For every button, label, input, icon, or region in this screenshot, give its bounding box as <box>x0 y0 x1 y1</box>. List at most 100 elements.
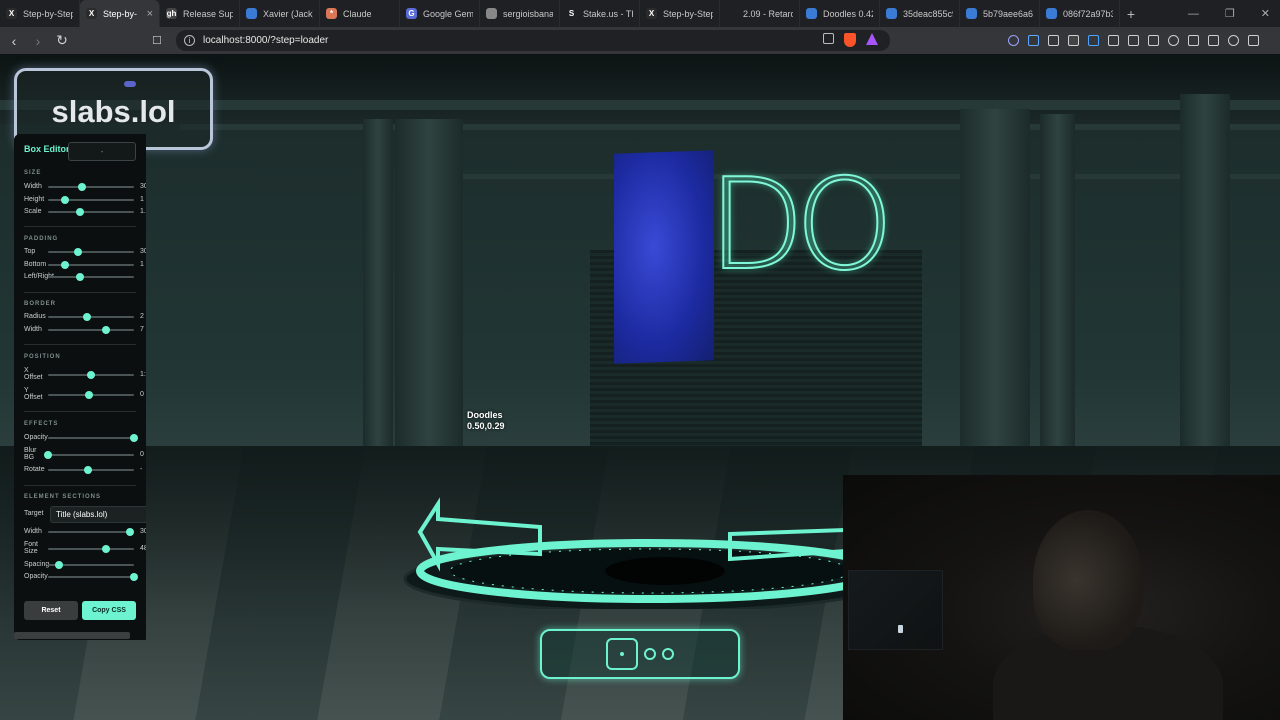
slider-thumb[interactable] <box>125 528 134 536</box>
slider-width[interactable]: Width 30 <box>24 182 146 192</box>
forward-icon[interactable]: › <box>28 33 48 49</box>
browser-tab[interactable]: S Stake.us - The <box>560 0 640 27</box>
slider-thumb[interactable] <box>75 208 84 216</box>
new-tab-button[interactable]: + <box>1120 6 1142 22</box>
slider-track[interactable] <box>48 576 134 578</box>
tab-close-icon[interactable]: × <box>147 8 153 20</box>
slider-track[interactable] <box>48 186 134 188</box>
tab-favicon-icon: X <box>86 8 97 19</box>
doodle-card[interactable] <box>614 150 714 364</box>
slider-thumb[interactable] <box>85 391 94 399</box>
slider-track[interactable] <box>48 329 134 331</box>
minimize-icon[interactable]: — <box>1188 8 1199 20</box>
slider-track[interactable] <box>48 211 134 213</box>
vpn-icon[interactable] <box>1248 35 1259 46</box>
browser-tab[interactable]: X Step-by-Step <box>0 0 80 27</box>
slider-padding-bottom[interactable]: Bottom 1 <box>24 260 146 270</box>
slider-thumb[interactable] <box>55 561 64 569</box>
browser-tab[interactable]: * Claude <box>320 0 400 27</box>
slider-element-width[interactable]: Width 30 <box>24 527 146 537</box>
slider-thumb[interactable] <box>44 451 52 459</box>
browser-tab[interactable]: 2.09 - Retard <box>720 0 800 27</box>
slider-font-size[interactable]: Font Size 48 <box>24 541 146 555</box>
brave-shield-icon[interactable] <box>844 33 856 47</box>
slider-track[interactable] <box>48 531 134 533</box>
slider-thumb[interactable] <box>61 196 70 204</box>
browser-tab[interactable]: X Step-by- × <box>80 0 160 27</box>
address-bar[interactable]: ☐ i localhost:8000/?step=loader <box>152 30 890 51</box>
puzzle-icon[interactable] <box>1128 35 1139 46</box>
slider-border-radius[interactable]: Radius 2 <box>24 312 146 322</box>
media-icon[interactable] <box>1168 35 1179 46</box>
horizontal-scrollbar[interactable] <box>14 632 130 639</box>
slider-track[interactable] <box>48 251 134 253</box>
slider-thumb[interactable] <box>130 434 138 442</box>
3d-scene[interactable]: DO Doodles 0.50,0.29 <box>0 54 1280 720</box>
browser-tab[interactable]: Doodles 0.42 <box>800 0 880 27</box>
slider-element-opacity[interactable]: Opacity <box>24 572 146 582</box>
extension-icon[interactable] <box>1108 35 1119 46</box>
extension-icon[interactable] <box>1028 35 1039 46</box>
pagination-dot[interactable] <box>644 648 656 660</box>
slider-thumb[interactable] <box>101 545 110 553</box>
preset-input[interactable]: - <box>68 142 136 161</box>
share-icon[interactable] <box>823 33 834 44</box>
slider-thumb[interactable] <box>87 371 95 379</box>
slider-y-offset[interactable]: Y Offset 0 <box>24 387 146 401</box>
translate-icon[interactable] <box>1148 35 1159 46</box>
restore-icon[interactable]: ❐ <box>1225 7 1235 20</box>
browser-tab[interactable]: 086f72a97b3 <box>1040 0 1120 27</box>
slider-track[interactable] <box>48 316 134 318</box>
slider-track[interactable] <box>48 454 134 456</box>
pagination-dot-active[interactable] <box>606 638 638 670</box>
browser-tab[interactable]: gh Release Supe <box>160 0 240 27</box>
slider-padding-top[interactable]: Top 30 <box>24 247 146 257</box>
wallet-icon[interactable] <box>1208 35 1219 46</box>
slider-thumb[interactable] <box>101 326 110 334</box>
reset-button[interactable]: Reset <box>24 601 78 620</box>
slider-thumb[interactable] <box>84 466 93 474</box>
slider-height[interactable]: Height 1 <box>24 195 146 205</box>
slider-rotate[interactable]: Rotate - <box>24 465 146 475</box>
slider-thumb[interactable] <box>78 183 87 191</box>
slider-track[interactable] <box>48 276 134 278</box>
browser-tab[interactable]: X Step-by-Step <box>640 0 720 27</box>
tab-favicon-icon: X <box>646 8 657 19</box>
slider-thumb[interactable] <box>61 261 70 269</box>
copy-css-button[interactable]: Copy CSS <box>82 601 136 620</box>
slider-scale[interactable]: Scale 1. <box>24 207 146 217</box>
browser-tab[interactable]: 35deac855c9 <box>880 0 960 27</box>
extension-icon[interactable] <box>1008 35 1019 46</box>
target-select[interactable]: Title (slabs.lol) <box>50 506 146 523</box>
slider-thumb[interactable] <box>82 313 91 321</box>
slider-track[interactable] <box>48 548 134 550</box>
slider-thumb[interactable] <box>75 273 84 281</box>
url-text[interactable]: localhost:8000/?step=loader <box>203 35 328 46</box>
brave-rewards-icon[interactable] <box>866 33 878 45</box>
slider-opacity[interactable]: Opacity <box>24 433 146 443</box>
extension-icon[interactable] <box>1088 35 1099 46</box>
close-window-icon[interactable]: ✕ <box>1261 7 1270 20</box>
browser-tab[interactable]: 5b79aee6a63 <box>960 0 1040 27</box>
slider-track[interactable] <box>48 437 134 439</box>
sidebar-icon[interactable] <box>1188 35 1199 46</box>
browser-tab[interactable]: Xavier (Jack) <box>240 0 320 27</box>
menu-icon[interactable] <box>1268 35 1272 46</box>
browser-tab[interactable]: G Google Gemi <box>400 0 480 27</box>
slider-spacing[interactable]: Spacing <box>24 560 146 570</box>
camera-extension-icon[interactable] <box>1048 35 1059 46</box>
extension-icon[interactable] <box>1068 35 1079 46</box>
leo-icon[interactable] <box>1228 35 1239 46</box>
slider-x-offset[interactable]: X Offset 1: <box>24 367 146 381</box>
slider-thumb[interactable] <box>74 248 83 256</box>
slider-thumb[interactable] <box>130 573 138 581</box>
site-info-icon[interactable]: i <box>184 35 195 46</box>
reload-icon[interactable]: ↻ <box>52 32 72 49</box>
pagination-dot[interactable] <box>662 648 674 660</box>
slider-border-width[interactable]: Width 7 <box>24 325 146 335</box>
slider-padding-leftright[interactable]: Left/Right <box>24 272 146 282</box>
bookmark-icon[interactable]: ☐ <box>152 34 166 47</box>
browser-tab[interactable]: sergioisbana <box>480 0 560 27</box>
slider-blur-bg[interactable]: Blur BG 0 <box>24 447 146 461</box>
back-icon[interactable]: ‹ <box>4 33 24 49</box>
